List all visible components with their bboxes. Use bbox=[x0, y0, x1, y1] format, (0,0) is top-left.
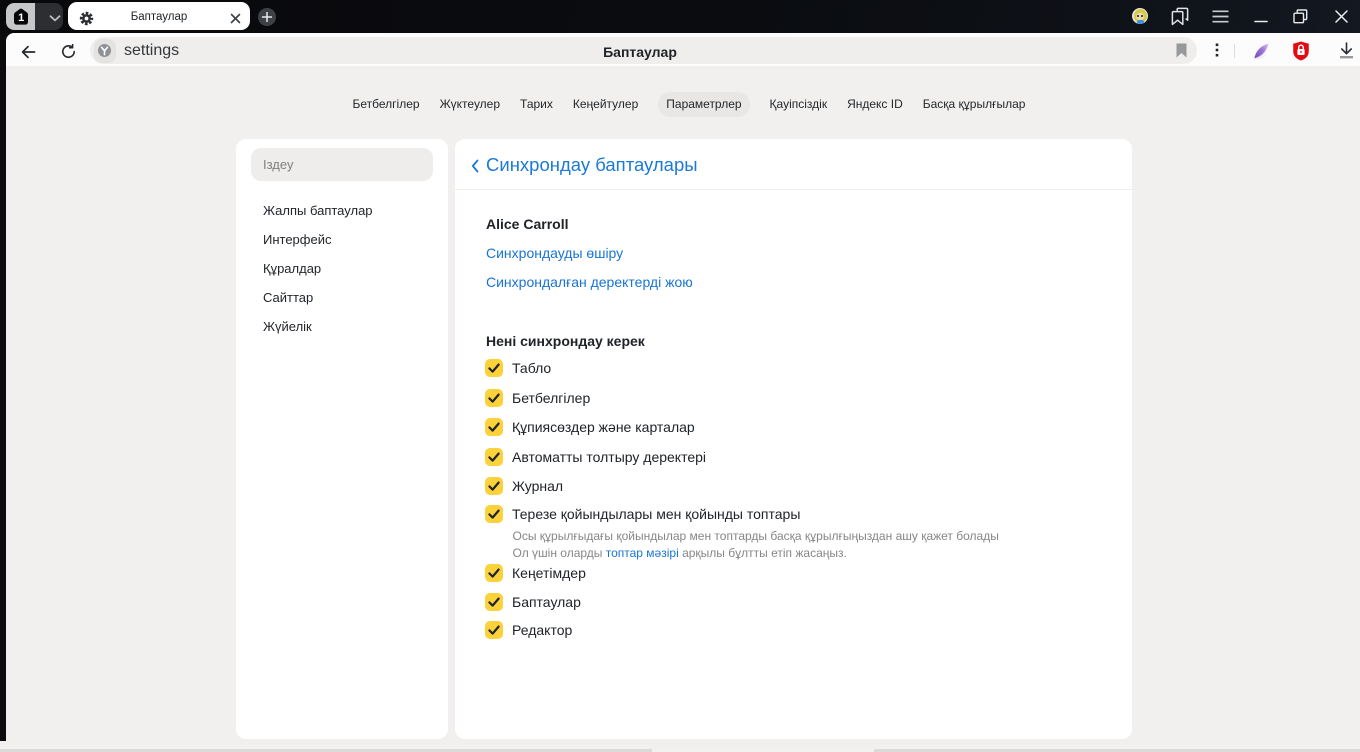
svg-text:1: 1 bbox=[18, 12, 24, 24]
